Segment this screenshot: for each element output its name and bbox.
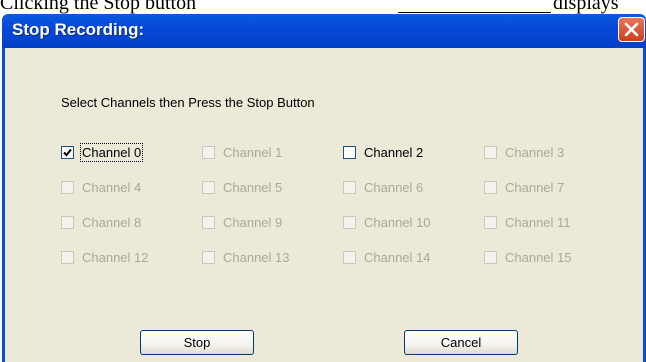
checkmark-icon [63,148,72,156]
checkbox-box[interactable] [61,145,74,159]
checkbox-box [343,180,356,194]
checkbox-box [484,215,497,229]
channel-checkbox-14: Channel 14 [343,247,431,267]
checkbox-box [202,145,215,159]
cancel-button[interactable]: Cancel [404,330,518,355]
channel-checkbox-10: Channel 10 [343,212,431,232]
channel-checkbox-7: Channel 7 [484,177,564,197]
channel-label: Channel 15 [505,249,572,265]
channel-checkbox-1: Channel 1 [202,142,282,162]
channel-label: Channel 13 [223,249,290,265]
channel-checkbox-9: Channel 9 [202,212,282,232]
title-bar[interactable]: Stop Recording: [2,14,646,48]
checkbox-box [343,250,356,264]
channel-label: Channel 8 [82,214,142,230]
background-blank-line [398,0,551,13]
channel-label: Channel 9 [223,214,283,230]
checkbox-box[interactable] [343,145,356,159]
channel-checkbox-15: Channel 15 [484,247,572,267]
instruction-text: Select Channels then Press the Stop Butt… [61,95,315,110]
channel-label: Channel 6 [364,179,424,195]
checkbox-box [484,180,497,194]
channel-label: Channel 11 [505,214,571,230]
channel-checkbox-0[interactable]: Channel 0 [61,142,144,162]
checkbox-box [202,215,215,229]
channel-label: Channel 0 [79,142,144,162]
checkbox-box [484,145,497,159]
channel-checkbox-4: Channel 4 [61,177,141,197]
close-icon [624,22,639,37]
checkbox-box [61,180,74,194]
channel-label: Channel 2 [364,144,424,160]
close-button[interactable] [618,17,645,42]
channel-checkbox-6: Channel 6 [343,177,423,197]
checkbox-box [202,180,215,194]
dialog-title: Stop Recording: [12,20,145,39]
channel-label: Channel 3 [505,144,565,160]
stop-button[interactable]: Stop [140,330,254,355]
checkbox-box [61,215,74,229]
checkbox-box [202,250,215,264]
channel-label: Channel 14 [364,249,431,265]
dialog-body: Select Channels then Press the Stop Butt… [2,48,646,362]
channel-label: Channel 5 [223,179,283,195]
stop-recording-dialog: Stop Recording: Select Channels then Pre… [2,14,646,362]
channel-checkbox-3: Channel 3 [484,142,564,162]
channel-label: Channel 4 [82,179,142,195]
channel-checkbox-2[interactable]: Channel 2 [343,142,423,162]
background-text-tail: displays [553,0,619,14]
channel-label: Channel 7 [505,179,565,195]
checkbox-box [343,215,356,229]
channel-checkbox-8: Channel 8 [61,212,141,232]
channel-label: Channel 10 [364,214,431,230]
channel-checkbox-11: Channel 11 [484,212,571,232]
channel-checkbox-5: Channel 5 [202,177,282,197]
background-text: Clicking the Stop button [0,0,197,14]
channel-checkbox-13: Channel 13 [202,247,290,267]
checkbox-box [484,250,497,264]
channel-label: Channel 12 [82,249,149,265]
channel-label: Channel 1 [223,144,283,160]
channel-checkbox-12: Channel 12 [61,247,149,267]
checkbox-box [61,250,74,264]
